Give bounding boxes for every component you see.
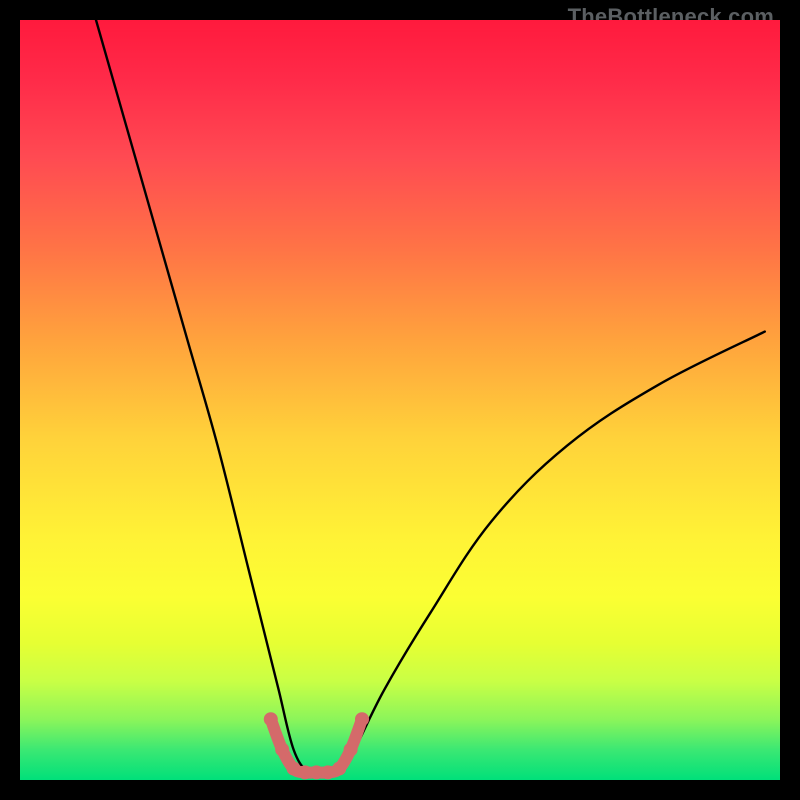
marker-dot [344, 743, 358, 757]
plot-area [20, 20, 780, 780]
curve-layer [20, 20, 780, 780]
marker-dot [275, 743, 289, 757]
marker-dot [332, 762, 346, 776]
marker-dot [355, 712, 369, 726]
chart-frame: TheBottleneck.com [0, 0, 800, 800]
marker-dot [264, 712, 278, 726]
optimal-range-dots [264, 712, 369, 779]
bottleneck-curve [96, 20, 765, 774]
